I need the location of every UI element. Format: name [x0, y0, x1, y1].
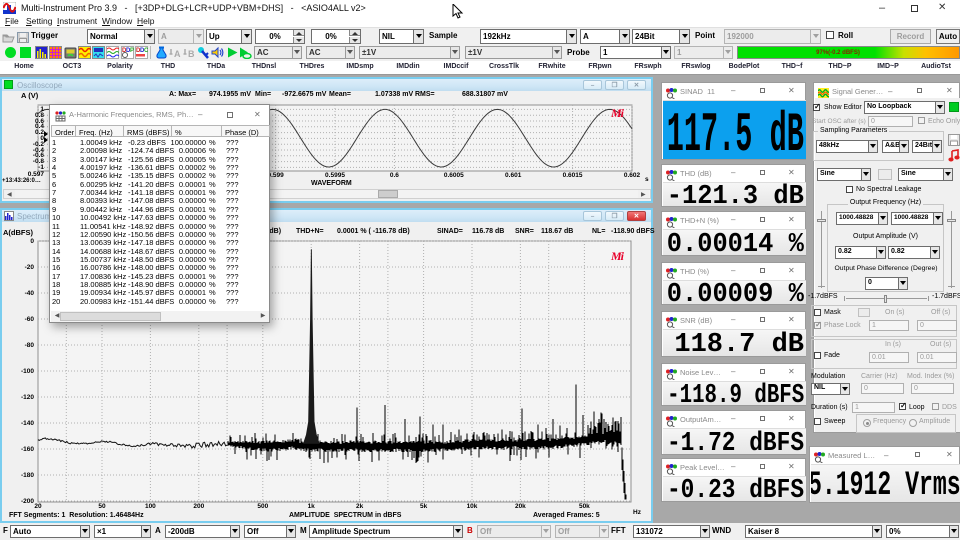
svg-text:P: P	[130, 48, 134, 54]
svg-text:C: C	[144, 48, 148, 54]
svg-text:B: B	[188, 49, 195, 59]
svg-text:A: A	[174, 49, 181, 59]
